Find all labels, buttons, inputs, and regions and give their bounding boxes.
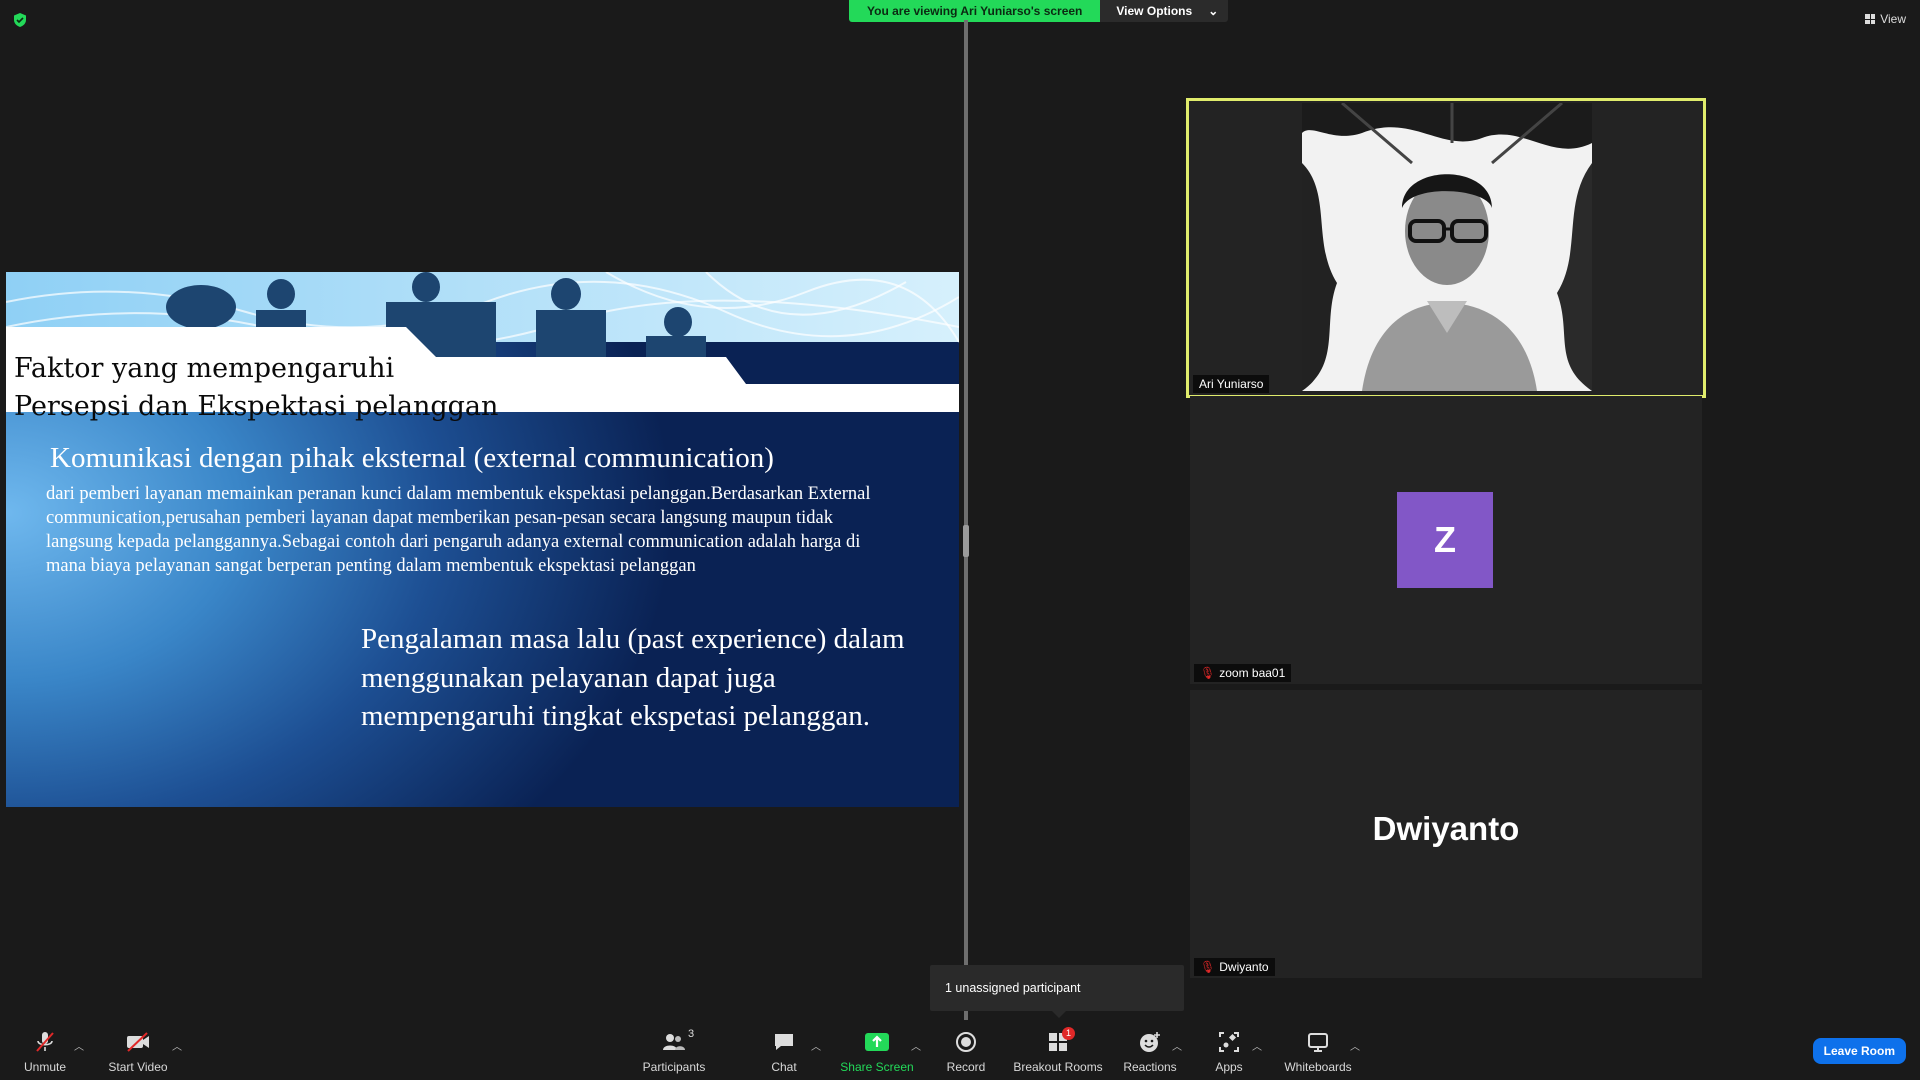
profile-photo-image: [1302, 103, 1592, 391]
meeting-toolbar: Unmute ︿ Start Video ︿ 3 Participants Ch…: [0, 1020, 1920, 1080]
reactions-smiley-icon: [1137, 1030, 1163, 1054]
video-tile-dwiyanto[interactable]: Dwiyanto 🎙︎ Dwiyanto: [1190, 690, 1702, 978]
slide-body-text: dari pemberi layanan memainkan peranan k…: [46, 484, 871, 576]
participants-button[interactable]: 3 Participants: [629, 1028, 719, 1074]
viewing-screen-label: You are viewing Ari Yuniarso's screen: [849, 0, 1101, 22]
participant-name-tag: 🎙︎ Dwiyanto: [1194, 958, 1275, 976]
video-tile-zoom-baa01[interactable]: Z 🎙︎ zoom baa01: [1190, 396, 1702, 684]
breakout-rooms-icon: 1: [1045, 1027, 1076, 1054]
chat-options-caret[interactable]: ︿: [811, 1038, 821, 1053]
participants-label: Participants: [642, 1060, 706, 1074]
breakout-rooms-label: Breakout Rooms: [1013, 1060, 1103, 1074]
start-video-label: Start Video: [108, 1060, 168, 1074]
participant-name: Ari Yuniarso: [1199, 377, 1264, 391]
tooltip-arrow: [1052, 1011, 1066, 1018]
share-screen-label: Share Screen: [840, 1060, 914, 1074]
whiteboards-label: Whiteboards: [1284, 1060, 1352, 1074]
share-options-caret[interactable]: ︿: [911, 1038, 921, 1053]
chat-bubble-icon: [771, 1030, 797, 1054]
audio-options-caret[interactable]: ︿: [74, 1038, 84, 1053]
video-tile-ari-yuniarso[interactable]: Ari Yuniarso: [1186, 98, 1706, 398]
microphone-muted-icon: [32, 1030, 58, 1054]
participant-name: Dwiyanto: [1219, 960, 1269, 974]
reactions-options-caret[interactable]: ︿: [1172, 1038, 1182, 1053]
participant-name-tag: Ari Yuniarso: [1193, 375, 1270, 393]
record-icon: [953, 1030, 979, 1054]
whiteboards-options-caret[interactable]: ︿: [1350, 1038, 1360, 1053]
view-options-label: View Options: [1116, 4, 1193, 18]
breakout-badge: 1: [1062, 1027, 1076, 1040]
video-options-caret[interactable]: ︿: [172, 1038, 182, 1053]
participant-name: zoom baa01: [1219, 666, 1286, 680]
reactions-label: Reactions: [1123, 1060, 1177, 1074]
apps-label: Apps: [1215, 1060, 1243, 1074]
share-screen-button[interactable]: Share Screen: [832, 1030, 922, 1074]
chat-label: Chat: [771, 1060, 797, 1074]
apps-options-caret[interactable]: ︿: [1252, 1038, 1262, 1053]
breakout-rooms-button[interactable]: 1 Breakout Rooms: [1013, 1027, 1103, 1074]
participants-count: 3: [688, 1028, 695, 1040]
encryption-shield-icon[interactable]: [12, 12, 28, 28]
view-label: View: [1880, 12, 1906, 26]
record-label: Record: [946, 1060, 986, 1074]
participants-icon: 3: [661, 1028, 694, 1054]
apps-icon: [1216, 1030, 1242, 1054]
shared-screen-slide: Faktor yang mempengaruhi Persepsi dan Ek…: [6, 272, 959, 807]
participant-display-name: Dwiyanto: [1372, 810, 1520, 847]
mic-muted-icon: 🎙︎: [1200, 960, 1216, 974]
grid-view-icon: [1865, 14, 1876, 24]
splitter-handle[interactable]: [963, 525, 969, 557]
share-screen-icon: [864, 1030, 890, 1054]
unmute-label: Unmute: [23, 1060, 67, 1074]
panel-splitter[interactable]: [964, 20, 968, 1025]
slide-heading: Komunikasi dengan pihak eksternal (exter…: [50, 442, 774, 474]
view-options-button[interactable]: View Options ⌄: [1100, 0, 1229, 22]
record-button[interactable]: Record: [921, 1030, 1011, 1074]
tooltip-text: 1 unassigned participant: [945, 981, 1081, 995]
view-layout-button[interactable]: View: [1865, 12, 1906, 26]
avatar: Z: [1397, 492, 1493, 588]
chevron-down-icon: ⌄: [1208, 4, 1219, 18]
video-camera-off-icon: [125, 1030, 151, 1054]
whiteboard-icon: [1305, 1030, 1331, 1054]
participant-name-tag: 🎙︎ zoom baa01: [1194, 664, 1292, 682]
slide-quote-text: Pengalaman masa lalu (past experience) d…: [361, 623, 905, 732]
mic-muted-icon: 🎙︎: [1200, 666, 1216, 680]
breakout-rooms-tooltip: 1 unassigned participant: [930, 965, 1184, 1011]
screen-share-banner: You are viewing Ari Yuniarso's screen Vi…: [849, 0, 1229, 22]
leave-room-button[interactable]: Leave Room: [1812, 1038, 1906, 1064]
start-video-button[interactable]: Start Video: [93, 1030, 183, 1074]
participant-profile-photo: [1302, 103, 1592, 391]
slide-title: Faktor yang mempengaruhi Persepsi dan Ek…: [14, 353, 499, 422]
